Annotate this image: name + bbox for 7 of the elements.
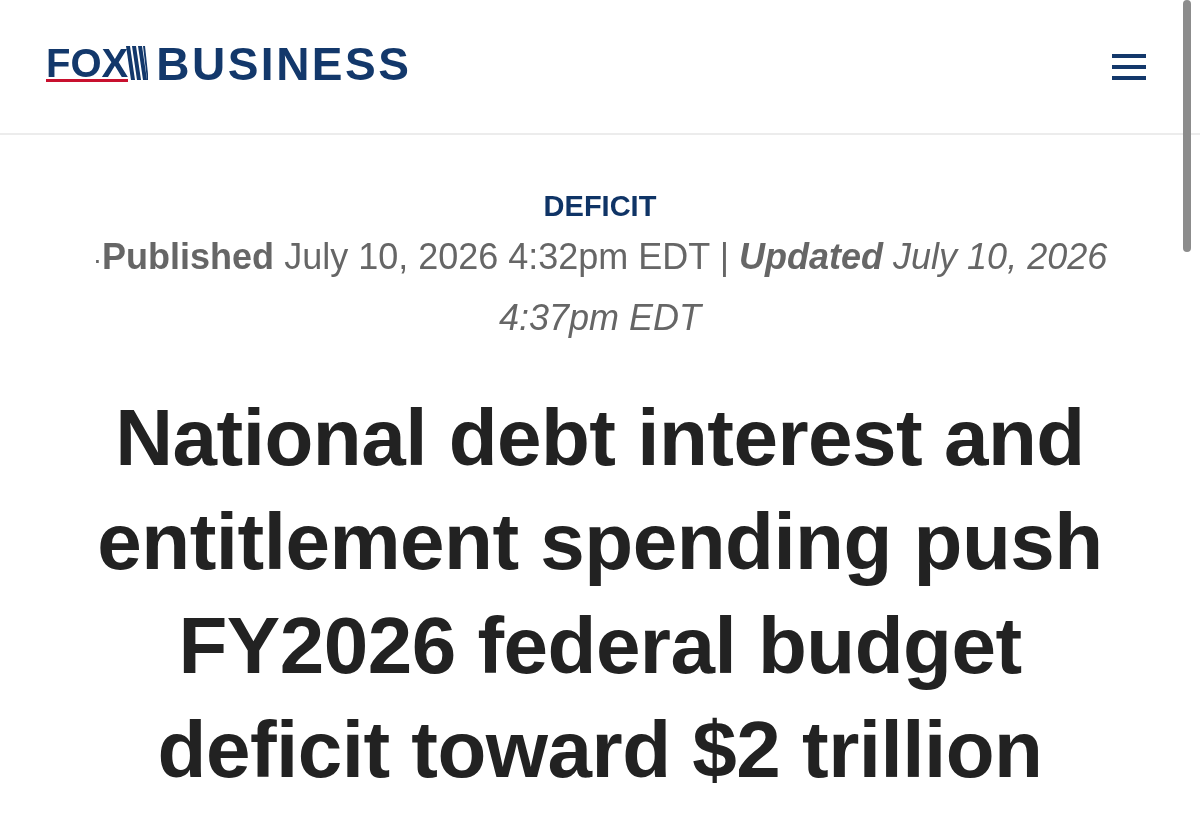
article-headline: National debt interest and entitlement spending push FY2026 federal budget deficit toward $2 trillion <box>96 392 1104 796</box>
menu-icon <box>1112 53 1146 80</box>
stripes-icon <box>126 46 149 80</box>
scrollbar-thumb[interactable] <box>1183 0 1191 252</box>
logo-business-text[interactable]: BUSINESS <box>156 46 412 81</box>
article-dateline: ·Published July 10, 2026 4:32pm EDT | Updated July 10, 2026 4:37pm EDT <box>91 235 1109 340</box>
category-link[interactable]: DEFICIT <box>543 188 657 224</box>
